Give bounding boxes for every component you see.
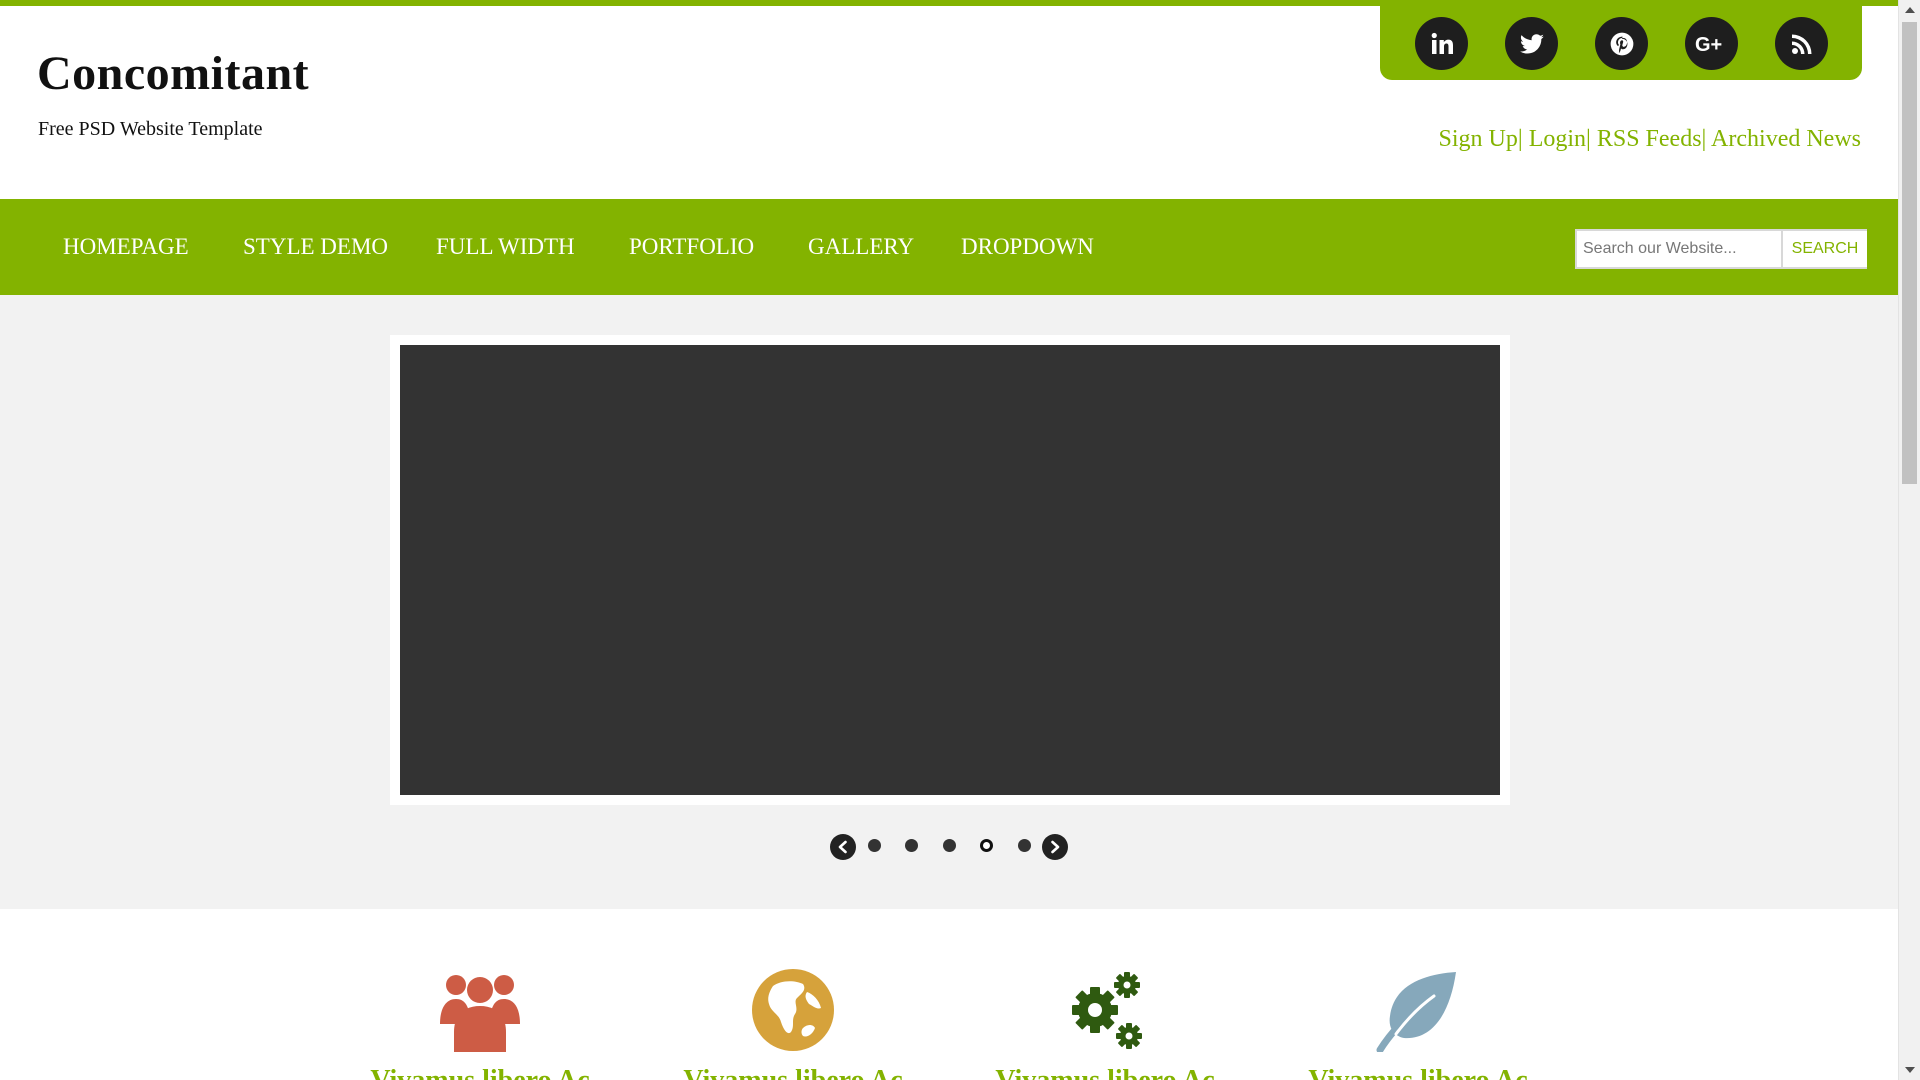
nav-item-dropdown[interactable]: DROPDOWN (961, 199, 1094, 295)
slider-slide[interactable] (400, 345, 1500, 795)
slider-dot[interactable] (868, 839, 881, 852)
twitter-icon (1519, 33, 1544, 54)
search-button[interactable]: SEARCH (1781, 231, 1867, 267)
slider-prev-button[interactable] (830, 834, 856, 860)
linkedin-button[interactable] (1415, 17, 1468, 70)
users-icon (440, 975, 520, 1052)
vertical-scrollbar[interactable] (1898, 0, 1920, 1080)
search-form: SEARCH (1575, 229, 1867, 269)
page-content: Concomitant Free PSD Website Template G+… (0, 0, 1898, 1080)
twitter-button[interactable] (1505, 17, 1558, 70)
svg-text:G+: G+ (1695, 34, 1722, 56)
caret-up-icon (1904, 7, 1915, 13)
search-input[interactable] (1577, 231, 1779, 267)
link-separator: | (1586, 126, 1591, 152)
gears-icon (1072, 972, 1142, 1049)
scroll-down-button[interactable] (1899, 1060, 1920, 1080)
archived-news-link[interactable]: Archived News (1711, 126, 1861, 152)
social-bar: G+ (1380, 0, 1862, 80)
scrollbar-thumb[interactable] (1902, 22, 1917, 484)
nav-item-portfolio[interactable]: PORTFOLIO (629, 199, 754, 295)
feature-title[interactable]: Vivamus libero Ac (1298, 1065, 1538, 1080)
caret-down-icon (1904, 1067, 1915, 1073)
rss-button[interactable] (1775, 17, 1828, 70)
slider-next-button[interactable] (1042, 834, 1068, 860)
site-title[interactable]: Concomitant (37, 46, 309, 101)
feature-title[interactable]: Vivamus libero Ac (673, 1065, 913, 1080)
rss-icon (1791, 34, 1811, 54)
nav-item-style-demo[interactable]: STYLE DEMO (243, 199, 388, 295)
link-separator: | (1517, 126, 1523, 152)
chevron-right-icon (1051, 840, 1060, 854)
google-plus-icon: G+ (1695, 34, 1722, 56)
pinterest-icon (1610, 32, 1633, 55)
linkedin-icon (1431, 32, 1453, 54)
feature-title[interactable]: Vivamus libero Ac (985, 1065, 1225, 1080)
site-tagline: Free PSD Website Template (38, 118, 263, 140)
chevron-left-icon (838, 840, 847, 854)
leaf-icon (1376, 972, 1456, 1052)
utility-links: Sign Up| Login| RSS Feeds| Archived News (1439, 126, 1861, 153)
globe-icon (752, 969, 834, 1051)
link-separator: | (1701, 126, 1707, 152)
slider-dot[interactable] (1018, 839, 1031, 852)
nav-item-gallery[interactable]: GALLERY (808, 199, 914, 295)
google-plus-button[interactable]: G+ (1685, 17, 1738, 70)
pinterest-button[interactable] (1595, 17, 1648, 70)
nav-item-homepage[interactable]: HOMEPAGE (63, 199, 189, 295)
signup-link[interactable]: Sign Up (1439, 126, 1518, 152)
slider-dot[interactable] (943, 839, 956, 852)
nav-item-full-width[interactable]: FULL WIDTH (436, 199, 575, 295)
scroll-up-button[interactable] (1899, 0, 1920, 20)
login-link[interactable]: Login (1529, 126, 1586, 152)
slider-dot[interactable] (905, 839, 918, 852)
page: Concomitant Free PSD Website Template G+… (0, 0, 1920, 1080)
feature-title[interactable]: Vivamus libero Ac (360, 1065, 600, 1080)
rss-feeds-link[interactable]: RSS Feeds (1597, 126, 1702, 152)
slider-dot-active[interactable] (980, 839, 993, 852)
